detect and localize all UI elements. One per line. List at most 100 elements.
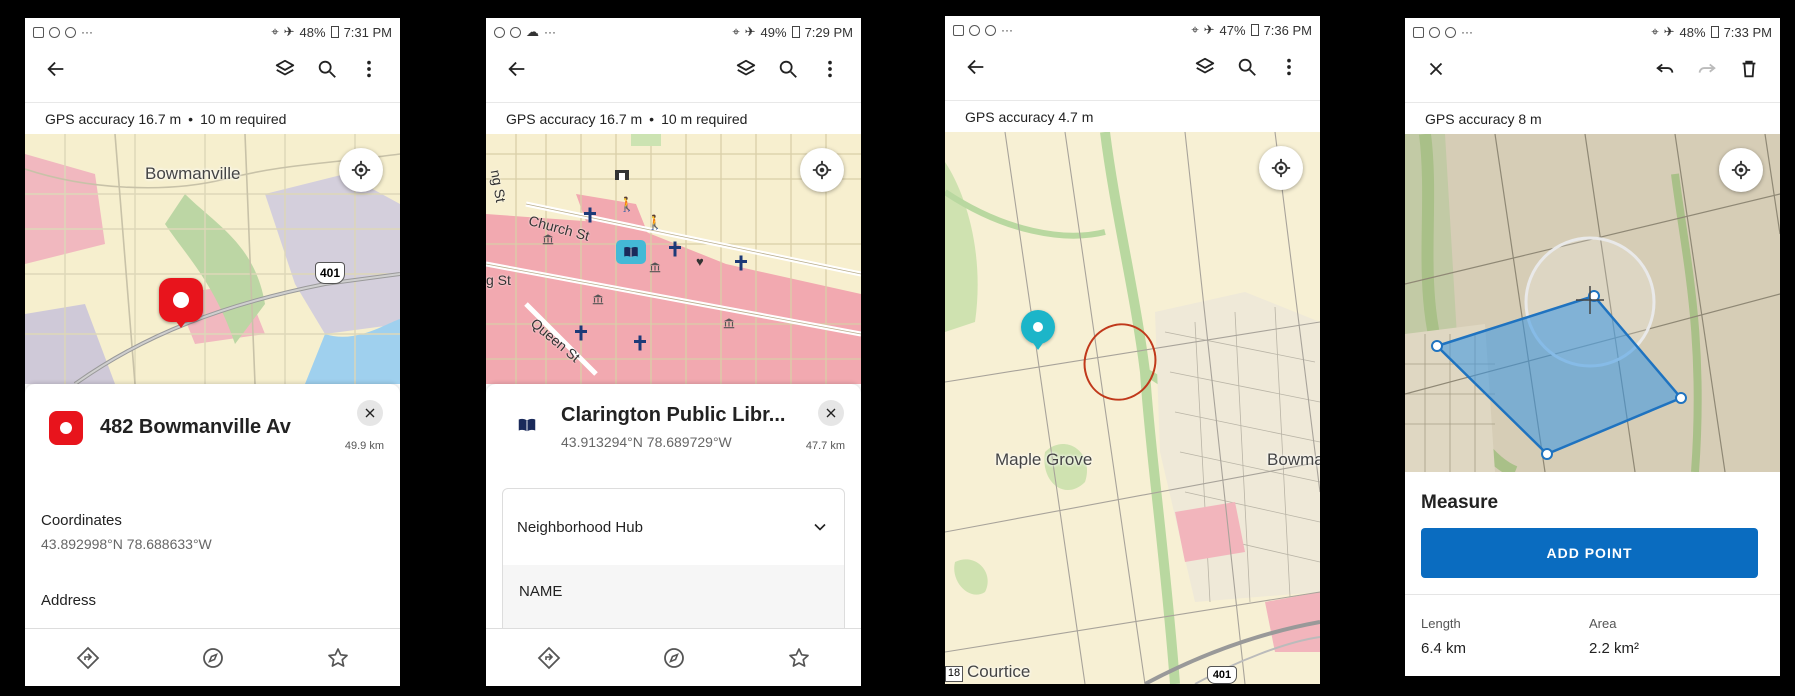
more-notifications-icon: ···	[544, 25, 556, 39]
map-view[interactable]: Maple Grove Bowmar Courtice 18 401	[945, 132, 1320, 684]
health-icon[interactable]: ♥	[696, 254, 704, 269]
app-bar	[486, 46, 861, 92]
route-shield: 18	[945, 666, 963, 682]
feature-pin-icon	[49, 411, 83, 445]
church-icon[interactable]	[631, 332, 649, 354]
layers-button[interactable]	[725, 48, 767, 90]
dropped-pin-marker[interactable]	[1021, 310, 1055, 344]
my-location-button[interactable]	[800, 148, 844, 192]
map-view[interactable]: Church St g St Queen St ng St 🚶 🚶 ♥	[486, 134, 861, 384]
airplane-mode-icon: ✈	[1203, 22, 1215, 37]
favorite-button[interactable]	[778, 637, 820, 679]
bottom-nav	[486, 628, 861, 686]
location-status-icon: ⌖	[732, 24, 740, 39]
trash-icon	[1738, 58, 1760, 80]
selected-library-marker[interactable]	[616, 240, 646, 264]
status-bar: ··· ⌖ ✈ 48% 7:31 PM	[25, 18, 400, 46]
search-icon	[777, 58, 799, 80]
my-location-button[interactable]	[339, 148, 383, 192]
directions-button[interactable]	[528, 637, 570, 679]
church-icon[interactable]	[581, 204, 599, 226]
measure-title: Measure	[1421, 492, 1499, 513]
overflow-menu-button[interactable]	[1268, 46, 1310, 88]
search-button[interactable]	[767, 48, 809, 90]
airplane-mode-icon: ✈	[744, 24, 756, 39]
notification-icon	[510, 26, 521, 38]
map-place-label: Bowmar	[1267, 450, 1320, 469]
redo-button[interactable]	[1686, 48, 1728, 90]
directions-button[interactable]	[67, 637, 109, 679]
pedestrian-icon[interactable]: 🚶	[618, 196, 635, 213]
pedestrian-icon[interactable]: 🚶	[646, 214, 663, 231]
close-measure-button[interactable]	[1415, 48, 1457, 90]
my-location-button[interactable]	[1259, 146, 1303, 190]
more-vert-icon	[358, 58, 380, 80]
notification-icon	[969, 24, 980, 36]
neighborhood-dropdown[interactable]: Neighborhood Hub	[503, 489, 844, 565]
separator-dot: •	[649, 110, 655, 127]
back-button[interactable]	[35, 48, 77, 90]
field-label: NAME	[519, 583, 563, 600]
gps-accuracy-text: GPS accuracy 16.7 m	[45, 110, 182, 127]
close-sheet-button[interactable]	[818, 400, 844, 426]
locate-icon	[811, 159, 833, 181]
airplane-mode-icon: ✈	[283, 24, 295, 39]
dropdown-value: Neighborhood Hub	[517, 518, 643, 536]
search-button[interactable]	[306, 48, 348, 90]
directions-icon	[76, 646, 100, 670]
layers-button[interactable]	[1184, 46, 1226, 88]
airplane-mode-icon: ✈	[1663, 24, 1675, 39]
area-value: 2.2 km²	[1589, 640, 1640, 657]
school-icon[interactable]	[614, 168, 630, 182]
layers-button[interactable]	[264, 48, 306, 90]
close-sheet-button[interactable]	[357, 400, 383, 426]
layers-icon	[274, 58, 296, 80]
church-icon[interactable]	[666, 238, 684, 260]
navigate-button[interactable]	[192, 637, 234, 679]
add-point-button[interactable]: ADD POINT	[1421, 528, 1758, 578]
church-icon[interactable]	[572, 322, 590, 344]
selected-location-pin[interactable]	[159, 278, 203, 322]
overflow-menu-button[interactable]	[809, 48, 851, 90]
notification-icon	[65, 26, 76, 38]
church-icon[interactable]	[732, 252, 750, 274]
my-location-button[interactable]	[1719, 148, 1763, 192]
map-view[interactable]	[1405, 134, 1780, 472]
notification-icon	[985, 24, 996, 36]
back-button[interactable]	[955, 46, 997, 88]
search-icon	[316, 58, 338, 80]
favorite-button[interactable]	[317, 637, 359, 679]
battery-percent: 48%	[1679, 24, 1706, 40]
app-bar	[25, 46, 400, 92]
address-label: Address	[41, 592, 97, 609]
pin-pointer	[175, 320, 187, 328]
museum-icon[interactable]	[648, 260, 662, 274]
undo-button[interactable]	[1644, 48, 1686, 90]
feature-distance: 49.9 km	[344, 440, 384, 452]
divider	[1405, 594, 1780, 595]
screen-3-map-drop-pin: ··· ⌖ ✈ 47% 7:36 PM GPS accuracy 4.7 m M…	[945, 16, 1320, 684]
map-canvas	[945, 132, 1320, 684]
more-notifications-icon: ···	[1001, 23, 1013, 37]
map-place-label: Courtice	[967, 662, 1031, 681]
museum-icon[interactable]	[541, 232, 555, 246]
delete-button[interactable]	[1728, 48, 1770, 90]
navigate-button[interactable]	[653, 637, 695, 679]
back-button[interactable]	[496, 48, 538, 90]
book-icon	[622, 243, 640, 261]
screen-1-feature-details: ··· ⌖ ✈ 48% 7:31 PM GPS accuracy 16.7 m • 1…	[25, 18, 400, 686]
gps-accuracy-bar: GPS accuracy 16.7 m • 10 m required	[25, 102, 400, 134]
museum-icon[interactable]	[591, 292, 605, 306]
measure-panel: Measure ADD POINT Length 6.4 km Area 2.2…	[1405, 472, 1780, 676]
screen-2-library-details: ☁ ··· ⌖ ✈ 49% 7:29 PM GPS accuracy 16.7 m • …	[486, 18, 861, 686]
museum-icon[interactable]	[722, 316, 736, 330]
app-bar	[1405, 46, 1780, 92]
clock: 7:31 PM	[343, 24, 392, 40]
cloud-icon: ☁	[526, 24, 539, 39]
search-button[interactable]	[1226, 46, 1268, 88]
battery-icon	[330, 26, 339, 38]
overflow-menu-button[interactable]	[348, 48, 390, 90]
map-view[interactable]: Bowmanville 401	[25, 134, 400, 384]
image-notification-icon	[33, 26, 44, 38]
back-arrow-icon	[965, 56, 987, 78]
